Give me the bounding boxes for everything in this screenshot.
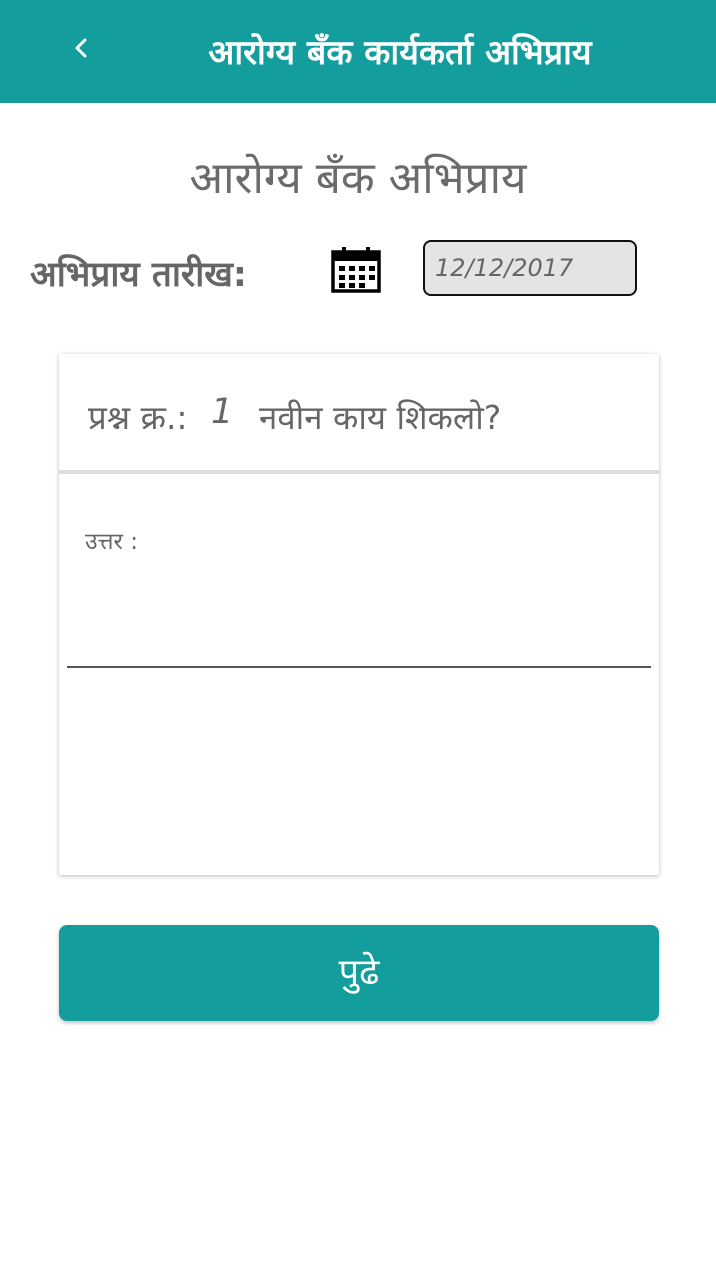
question-number: 1 [211, 392, 234, 432]
calendar-button[interactable] [330, 246, 382, 294]
question-row: प्रश्न क्र.: 1 नवीन काय शिकलो? [59, 354, 659, 470]
answer-input[interactable] [67, 564, 651, 668]
app-bar: आरोग्य बँक कार्यकर्ता अभिप्राय [0, 0, 716, 103]
app-bar-title: आरोग्य बँक कार्यकर्ता अभिप्राय [208, 33, 592, 73]
next-button[interactable]: पुढे [59, 925, 659, 1021]
question-number-label: प्रश्न क्र.: [88, 398, 188, 437]
answer-label: उत्तर : [85, 529, 138, 555]
chevron-left-icon [75, 38, 87, 58]
back-button[interactable] [56, 22, 108, 74]
calendar-icon [331, 247, 381, 293]
question-card: प्रश्न क्र.: 1 नवीन काय शिकलो? उत्तर : [59, 354, 659, 875]
question-text: नवीन काय शिकलो? [259, 398, 502, 437]
page-title: आरोग्य बँक अभिप्राय [189, 153, 527, 204]
feedback-date-label: अभिप्राय तारीख: [30, 255, 247, 295]
card-divider [59, 470, 659, 474]
feedback-date-field[interactable]: 12/12/2017 [423, 240, 637, 296]
